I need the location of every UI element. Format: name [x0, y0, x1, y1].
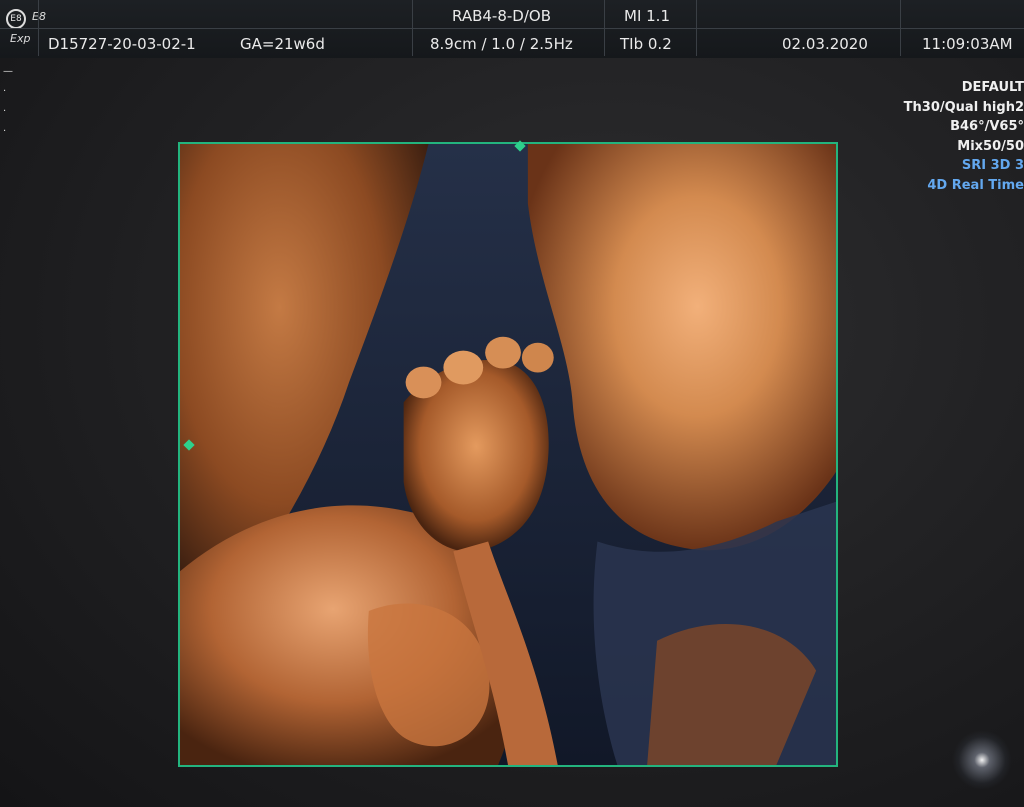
date-label: 02.03.2020 [782, 35, 868, 53]
time-label: 11:09:03AM [922, 35, 1013, 53]
status-bar: E8 E8 Exp RAB4-8-D/OB MI 1.1 D15727-20-0… [0, 0, 1024, 58]
settings-panel: DEFAULT Th30/Qual high2 B46°/V65° Mix50/… [884, 78, 1024, 195]
threshold-label: Th30/Qual high2 [903, 99, 1024, 115]
patient-id: D15727-20-03-02-1 [48, 35, 196, 53]
depth-frequency: 8.9cm / 1.0 / 2.5Hz [430, 35, 573, 53]
tib-value: TIb 0.2 [620, 35, 672, 53]
probe-label: RAB4-8-D/OB [452, 7, 551, 25]
sri-label: SRI 3D 3 [961, 158, 1024, 173]
angles-label: B46°/V65° [950, 119, 1024, 134]
preset-label: DEFAULT [961, 80, 1024, 95]
mode-label: Exp [10, 32, 31, 45]
fetal-3d-render [180, 144, 836, 765]
depth-scale: — · · · [3, 66, 13, 137]
mi-value: MI 1.1 [624, 7, 670, 25]
gestational-age: GA=21w6d [240, 35, 325, 53]
3d-render-viewport[interactable] [178, 142, 838, 767]
realtime-mode-label: 4D Real Time [927, 177, 1024, 193]
ge-logo-icon: E8 [6, 9, 26, 29]
header-row-divider [0, 28, 1024, 29]
mix-label: Mix50/50 [957, 138, 1024, 154]
screen-glare [952, 730, 1012, 790]
